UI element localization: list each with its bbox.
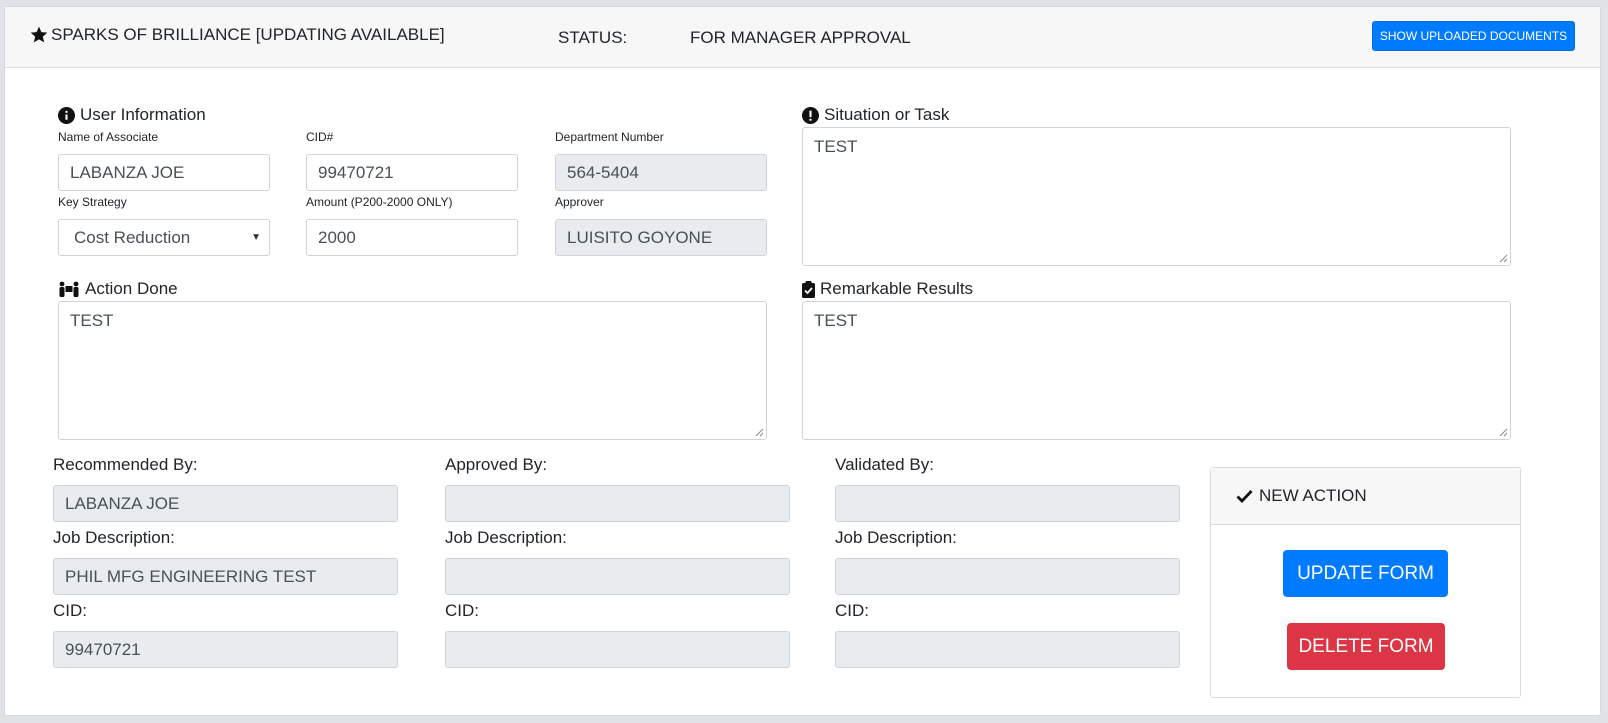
key-strategy-value: Cost Reduction [74,227,191,247]
new-action-title: NEW ACTION [1259,486,1367,505]
action-done-heading: Action Done [58,279,178,299]
resize-handle-icon[interactable] [1499,254,1508,263]
department-number-label: Department Number [555,130,664,144]
validated-by-field [835,485,1180,522]
exclamation-circle-icon [802,106,819,124]
update-form-button[interactable]: UPDATE FORM [1283,550,1448,597]
approved-cid-label: CID: [445,601,479,620]
action-done-textarea[interactable]: TEST [58,301,767,440]
page-title: SPARKS OF BRILLIANCE [UPDATING AVAILABLE… [29,25,445,45]
validated-job-description-field [835,558,1180,595]
approved-by-label: Approved By: [445,455,548,474]
recommended-job-description-label: Job Description: [53,528,175,547]
amount-label: Amount (P200-2000 ONLY) [306,195,453,209]
info-icon [58,106,75,124]
cid-field[interactable]: 99470721 [306,154,518,191]
form-card: SPARKS OF BRILLIANCE [UPDATING AVAILABLE… [4,6,1601,716]
card-header: SPARKS OF BRILLIANCE [UPDATING AVAILABLE… [5,7,1600,68]
department-number-field: 564-5404 [555,154,767,191]
validated-cid-label: CID: [835,601,869,620]
status-label: STATUS: [558,28,628,47]
situation-textarea[interactable]: TEST [802,127,1511,266]
approver-field: LUISITO GOYONE [555,219,767,256]
action-done-title: Action Done [85,279,178,298]
situation-heading: Situation or Task [802,105,949,125]
new-action-card: NEW ACTION UPDATE FORM DELETE FORM [1210,467,1521,698]
recommended-job-description-field: PHIL MFG ENGINEERING TEST [53,558,398,595]
show-uploaded-documents-button[interactable]: SHOW UPLOADED DOCUMENTS [1372,21,1575,51]
validated-by-label: Validated By: [835,455,934,474]
approver-label: Approver [555,195,604,209]
situation-title: Situation or Task [824,105,950,124]
amount-field[interactable]: 2000 [306,219,518,256]
key-strategy-label: Key Strategy [58,195,127,209]
new-action-header: NEW ACTION [1211,468,1520,525]
user-information-title: User Information [80,105,206,124]
people-carry-icon [59,281,79,297]
remarkable-results-text: TEST [814,311,858,330]
recommended-by-field: LABANZA JOE [53,485,398,522]
page-title-text: SPARKS OF BRILLIANCE [UPDATING AVAILABLE… [51,25,445,44]
name-of-associate-field[interactable]: LABANZA JOE [58,154,270,191]
remarkable-results-title: Remarkable Results [820,279,974,298]
cid-label: CID# [306,130,334,144]
remarkable-results-heading: Remarkable Results [802,279,973,299]
approved-cid-field [445,631,790,668]
resize-handle-icon[interactable] [755,428,764,437]
validated-cid-field [835,631,1180,668]
delete-form-button[interactable]: DELETE FORM [1287,623,1445,670]
situation-text: TEST [814,137,858,156]
recommended-cid-field: 99470721 [53,631,398,668]
status-value: FOR MANAGER APPROVAL [690,28,911,47]
key-strategy-select[interactable]: Cost Reduction ▼ [58,219,270,256]
user-information-heading: User Information [58,105,206,125]
approved-by-field [445,485,790,522]
caret-down-icon: ▼ [251,232,261,243]
resize-handle-icon[interactable] [1499,428,1508,437]
remarkable-results-textarea[interactable]: TEST [802,301,1511,440]
action-done-text: TEST [70,311,114,330]
approved-job-description-label: Job Description: [445,528,567,547]
name-of-associate-label: Name of Associate [58,130,159,144]
clipboard-check-icon [802,280,815,298]
approved-job-description-field [445,558,790,595]
recommended-cid-label: CID: [53,601,87,620]
star-icon [30,26,48,43]
validated-job-description-label: Job Description: [835,528,957,547]
check-icon [1236,490,1253,503]
recommended-by-label: Recommended By: [53,455,198,474]
